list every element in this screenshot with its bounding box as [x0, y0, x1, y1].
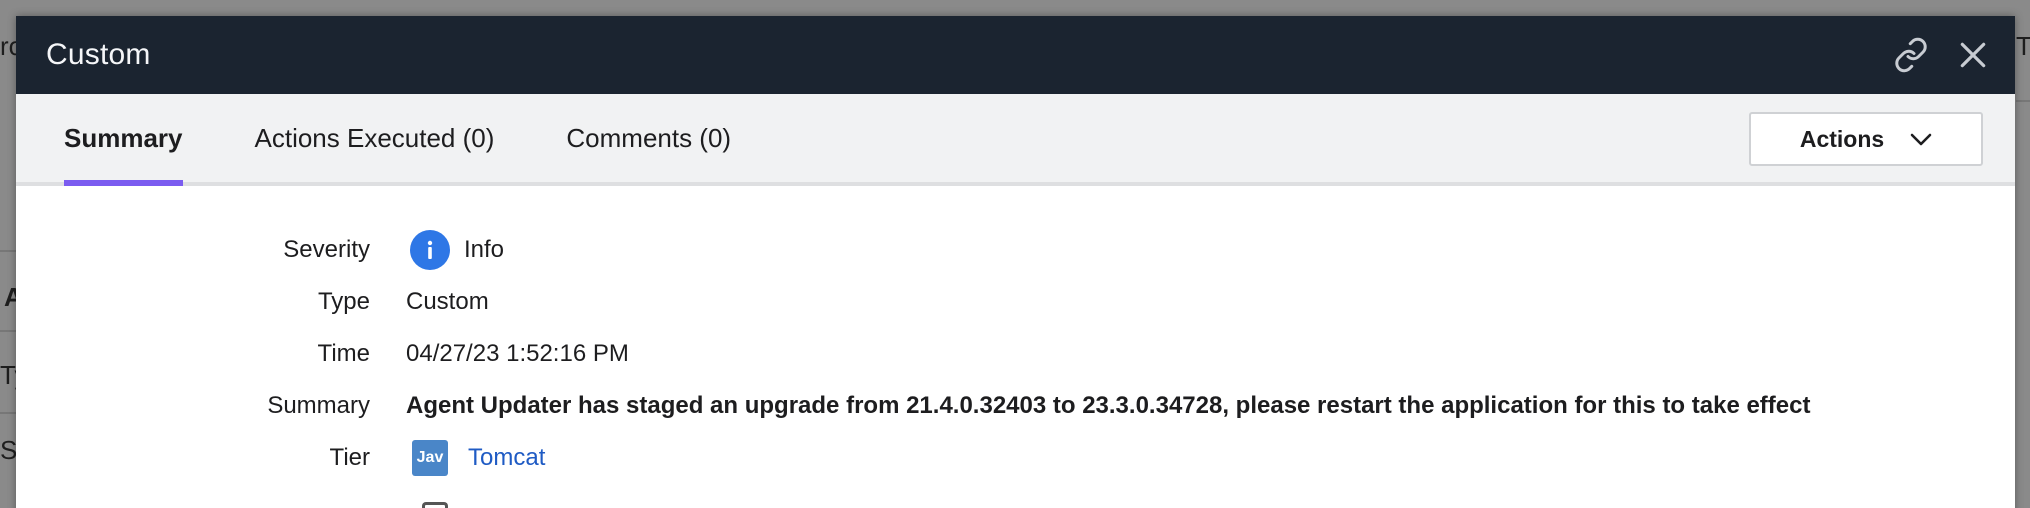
- tier-row: Tier Jav Tomcat: [16, 432, 2015, 484]
- summary-label: Summary: [267, 392, 370, 419]
- background-divider: [0, 250, 16, 252]
- type-label: Type: [317, 288, 370, 315]
- summary-panel: Severity Info Type Custom Time 04/27/23 …: [16, 186, 2015, 484]
- time-label: Time: [317, 340, 370, 367]
- tab-comments[interactable]: Comments (0): [566, 94, 731, 182]
- header-actions: [1891, 35, 1993, 75]
- event-details-modal: Custom Summary Actions Executed (0) Comm…: [16, 16, 2015, 508]
- severity-value: Info: [406, 230, 504, 270]
- severity-row: Severity Info: [16, 224, 2015, 276]
- tab-summary[interactable]: Summary: [64, 94, 183, 186]
- modal-title: Custom: [46, 38, 151, 71]
- background-divider: [0, 330, 16, 332]
- background-divider: [0, 412, 16, 414]
- background-text-fragment: Tr: [2016, 31, 2030, 61]
- modal-header: Custom: [16, 16, 2015, 94]
- type-value: Custom: [406, 288, 489, 315]
- partial-row-icon: [422, 502, 448, 508]
- summary-value: Agent Updater has staged an upgrade from…: [406, 392, 1811, 419]
- link-icon[interactable]: [1891, 35, 1931, 75]
- close-icon[interactable]: [1953, 35, 1993, 75]
- java-icon: Jav: [412, 440, 448, 476]
- severity-text: Info: [464, 236, 505, 263]
- time-row: Time 04/27/23 1:52:16 PM: [16, 328, 2015, 380]
- tab-bar: Summary Actions Executed (0) Comments (0…: [16, 94, 2015, 186]
- chevron-down-icon: [1910, 126, 1932, 153]
- tab-actions-executed[interactable]: Actions Executed (0): [255, 94, 495, 182]
- tier-value: Jav Tomcat: [406, 440, 545, 476]
- summary-row: Summary Agent Updater has staged an upgr…: [16, 380, 2015, 432]
- background-divider: [2016, 100, 2030, 102]
- time-value: 04/27/23 1:52:16 PM: [406, 340, 629, 367]
- actions-dropdown-button[interactable]: Actions: [1749, 112, 1983, 166]
- info-icon: [410, 230, 450, 270]
- type-row: Type Custom: [16, 276, 2015, 328]
- severity-label: Severity: [283, 236, 370, 263]
- actions-button-label: Actions: [1799, 125, 1885, 152]
- tier-link[interactable]: Tomcat: [468, 444, 545, 472]
- tier-label: Tier: [329, 444, 370, 471]
